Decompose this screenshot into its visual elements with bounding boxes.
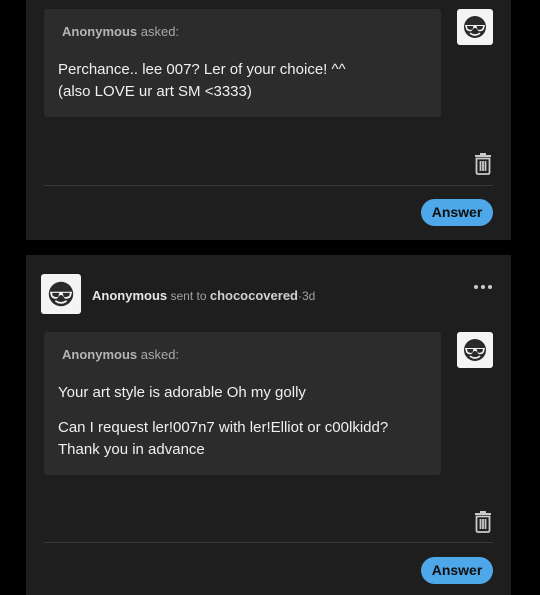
trash-icon [475, 511, 491, 533]
divider [44, 185, 493, 186]
recipient-name[interactable]: chococovered [210, 288, 298, 303]
question-text: Perchance.. lee 007? Ler of your choice!… [58, 59, 346, 103]
sunglasses-smiley-icon [464, 339, 486, 361]
question-bubble: Anonymous asked: Perchance.. lee 007? Le… [44, 9, 441, 117]
sender-name[interactable]: Anonymous [92, 288, 167, 303]
asker-name: Anonymous [62, 347, 138, 362]
question-line: Your art style is adorable Oh my golly [58, 384, 306, 401]
asked-label: asked: [137, 24, 180, 39]
ask-post-card: Anonymous sent to chococovered·3d Anonym… [26, 255, 511, 595]
delete-button[interactable] [474, 153, 492, 175]
question-line: (also LOVE ur art SM <3333) [58, 83, 252, 100]
more-options-button[interactable] [474, 283, 492, 291]
trash-icon [475, 153, 491, 175]
ask-post-card: Anonymous asked: Perchance.. lee 007? Le… [26, 0, 511, 240]
post-header: Anonymous sent to chococovered·3d [92, 288, 315, 303]
asker-avatar[interactable] [457, 9, 493, 45]
divider [44, 542, 493, 543]
answer-button[interactable]: Answer [421, 199, 493, 226]
question-paragraph: Can I request ler!007n7 with ler!Elliot … [58, 417, 388, 461]
question-line: Can I request ler!007n7 with ler!Elliot … [58, 419, 389, 436]
asked-label: asked: [137, 347, 180, 362]
sunglasses-smiley-icon [464, 16, 486, 38]
asker-line: Anonymous asked: [62, 24, 179, 39]
delete-button[interactable] [474, 511, 492, 533]
sunglasses-smiley-icon [48, 281, 74, 307]
asker-name: Anonymous [62, 24, 138, 39]
sent-to-label: sent to [170, 289, 207, 303]
asker-avatar[interactable] [457, 332, 493, 368]
question-line: Thank you in advance [58, 441, 205, 458]
question-line: Perchance.. lee 007? Ler of your choice!… [58, 61, 346, 78]
answer-button[interactable]: Answer [421, 557, 493, 584]
question-paragraph: Your art style is adorable Oh my golly [58, 382, 306, 404]
post-avatar[interactable] [41, 274, 81, 314]
asker-line: Anonymous asked: [62, 347, 179, 362]
question-bubble: Anonymous asked: Your art style is adora… [44, 332, 441, 475]
post-age: 3d [302, 289, 316, 303]
